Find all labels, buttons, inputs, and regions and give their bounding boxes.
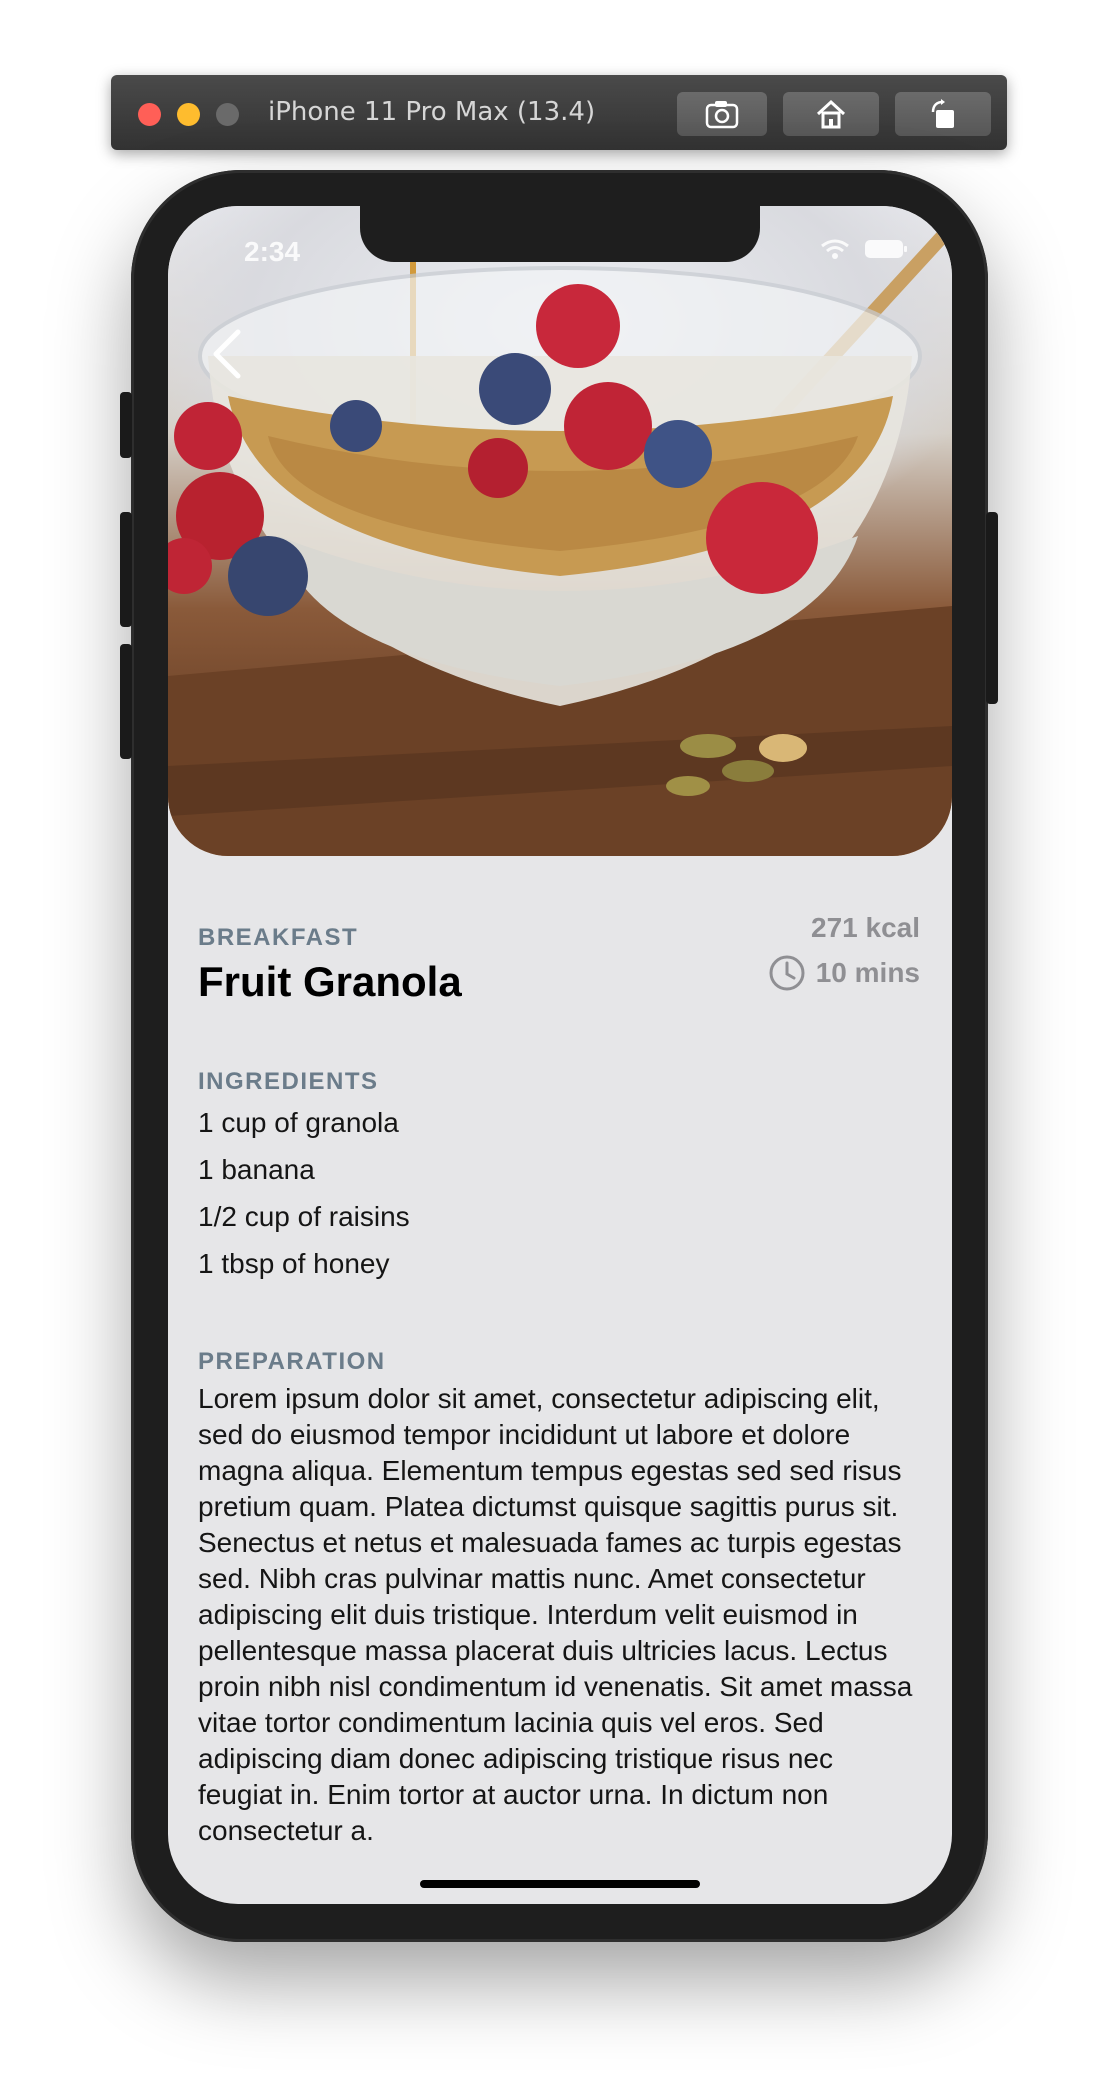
ingredient-item: 1/2 cup of raisins [198,1201,410,1232]
home-icon [816,99,846,129]
zoom-window-button[interactable] [216,103,239,126]
screenshot-button[interactable] [677,92,767,136]
app-screen: 2:34 BREAKFAST Fruit Granola 271 kcal 10… [168,206,952,1904]
mute-switch [120,392,132,458]
volume-up-button [120,512,132,627]
recipe-category: BREAKFAST [198,924,359,951]
device-notch [360,206,760,262]
ingredient-item: 1 banana [198,1154,315,1185]
status-icons [820,238,908,260]
preparation-text: Lorem ipsum dolor sit amet, consectetur … [198,1383,913,1846]
ingredients-list: 1 cup of granola 1 banana 1/2 cup of rai… [198,1099,410,1287]
close-window-button[interactable] [138,103,161,126]
clock-icon [769,955,805,991]
wifi-icon [821,239,849,259]
simulator-title: iPhone 11 Pro Max (13.4) [268,97,596,127]
ingredient-item: 1 cup of granola [198,1107,399,1138]
power-button [986,512,998,704]
rotate-icon [931,99,954,128]
recipe-duration: 10 mins [815,957,920,988]
battery-icon [865,240,907,258]
preparation-label: PREPARATION [198,1348,386,1375]
recipe-title: Fruit Granola [198,958,462,1005]
volume-down-button [120,644,132,759]
home-indicator[interactable] [420,1880,700,1888]
ingredient-item: 1 tbsp of honey [198,1248,390,1279]
rotate-button[interactable] [895,92,991,136]
chevron-left-icon [213,329,241,379]
recipe-hero-image [168,206,952,856]
recipe-calories: 271 kcal [811,912,920,943]
minimize-window-button[interactable] [177,103,200,126]
ingredients-label: INGREDIENTS [198,1068,379,1095]
simulator-title-bar: iPhone 11 Pro Max (13.4) [111,75,1007,150]
status-bar-time: 2:34 [244,236,301,267]
home-button[interactable] [783,92,879,136]
granola-bowl-illustration [168,219,952,856]
camera-icon [705,101,739,129]
recipe-duration-row: 10 mins [768,954,920,992]
back-button[interactable] [208,326,248,382]
